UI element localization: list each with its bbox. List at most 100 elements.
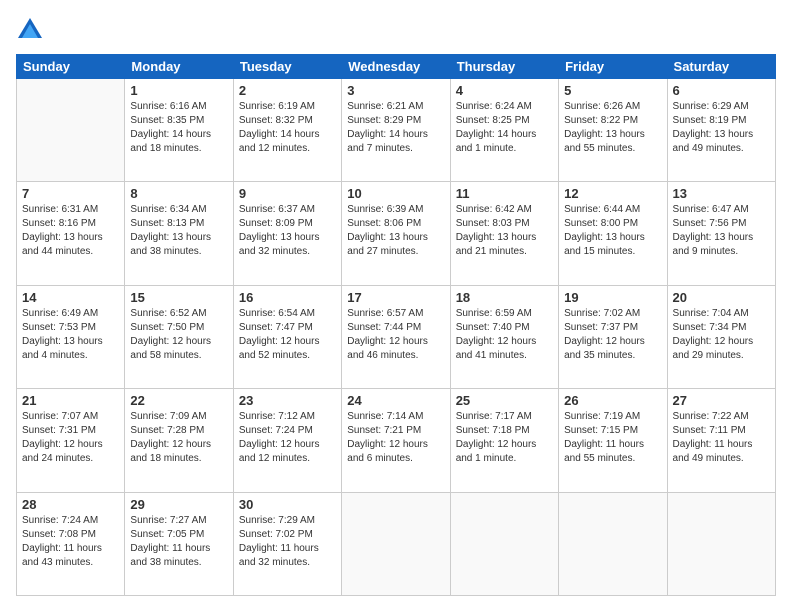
calendar-header-wednesday: Wednesday xyxy=(342,55,450,79)
calendar-cell: 29 Sunrise: 7:27 AM Sunset: 7:05 PM Dayli… xyxy=(125,492,233,595)
calendar-cell: 13 Sunrise: 6:47 AM Sunset: 7:56 PM Dayli… xyxy=(667,182,775,285)
day-number: 1 xyxy=(130,83,227,98)
day-number: 24 xyxy=(347,393,444,408)
cell-info: Sunrise: 6:52 AM Sunset: 7:50 PM Dayligh… xyxy=(130,307,227,363)
day-number: 12 xyxy=(564,186,661,201)
day-number: 27 xyxy=(673,393,770,408)
calendar-header-thursday: Thursday xyxy=(450,55,558,79)
calendar-cell: 18 Sunrise: 6:59 AM Sunset: 7:40 PM Dayli… xyxy=(450,285,558,388)
day-number: 28 xyxy=(22,497,119,512)
day-number: 2 xyxy=(239,83,336,98)
calendar-cell: 10 Sunrise: 6:39 AM Sunset: 8:06 PM Dayli… xyxy=(342,182,450,285)
calendar-cell: 14 Sunrise: 6:49 AM Sunset: 7:53 PM Dayli… xyxy=(17,285,125,388)
day-number: 14 xyxy=(22,290,119,305)
day-number: 22 xyxy=(130,393,227,408)
calendar-header-saturday: Saturday xyxy=(667,55,775,79)
day-number: 9 xyxy=(239,186,336,201)
calendar-week-4: 21 Sunrise: 7:07 AM Sunset: 7:31 PM Dayli… xyxy=(17,389,776,492)
cell-info: Sunrise: 6:29 AM Sunset: 8:19 PM Dayligh… xyxy=(673,100,770,156)
day-number: 17 xyxy=(347,290,444,305)
day-number: 15 xyxy=(130,290,227,305)
calendar-header-sunday: Sunday xyxy=(17,55,125,79)
calendar-cell: 6 Sunrise: 6:29 AM Sunset: 8:19 PM Daylig… xyxy=(667,79,775,182)
logo-icon xyxy=(16,16,44,44)
calendar-cell xyxy=(450,492,558,595)
calendar-cell xyxy=(667,492,775,595)
calendar-cell xyxy=(559,492,667,595)
cell-info: Sunrise: 6:39 AM Sunset: 8:06 PM Dayligh… xyxy=(347,203,444,259)
cell-info: Sunrise: 6:54 AM Sunset: 7:47 PM Dayligh… xyxy=(239,307,336,363)
calendar-cell xyxy=(342,492,450,595)
day-number: 21 xyxy=(22,393,119,408)
cell-info: Sunrise: 7:07 AM Sunset: 7:31 PM Dayligh… xyxy=(22,410,119,466)
day-number: 4 xyxy=(456,83,553,98)
calendar-cell: 23 Sunrise: 7:12 AM Sunset: 7:24 PM Dayli… xyxy=(233,389,341,492)
cell-info: Sunrise: 7:19 AM Sunset: 7:15 PM Dayligh… xyxy=(564,410,661,466)
cell-info: Sunrise: 7:17 AM Sunset: 7:18 PM Dayligh… xyxy=(456,410,553,466)
calendar-cell xyxy=(17,79,125,182)
cell-info: Sunrise: 7:02 AM Sunset: 7:37 PM Dayligh… xyxy=(564,307,661,363)
day-number: 20 xyxy=(673,290,770,305)
calendar-cell: 1 Sunrise: 6:16 AM Sunset: 8:35 PM Daylig… xyxy=(125,79,233,182)
day-number: 3 xyxy=(347,83,444,98)
calendar-cell: 8Sunrise: 6:34 AM Sunset: 8:13 PM Daylig… xyxy=(125,182,233,285)
calendar-cell: 12 Sunrise: 6:44 AM Sunset: 8:00 PM Dayli… xyxy=(559,182,667,285)
page: SundayMondayTuesdayWednesdayThursdayFrid… xyxy=(0,0,792,612)
day-number: 29 xyxy=(130,497,227,512)
calendar-cell: 2Sunrise: 6:19 AM Sunset: 8:32 PM Daylig… xyxy=(233,79,341,182)
calendar-cell: 21 Sunrise: 7:07 AM Sunset: 7:31 PM Dayli… xyxy=(17,389,125,492)
day-number: 25 xyxy=(456,393,553,408)
cell-info: Sunrise: 6:21 AM Sunset: 8:29 PM Dayligh… xyxy=(347,100,444,156)
day-number: 10 xyxy=(347,186,444,201)
day-number: 13 xyxy=(673,186,770,201)
calendar-cell: 5 Sunrise: 6:26 AM Sunset: 8:22 PM Daylig… xyxy=(559,79,667,182)
cell-info: Sunrise: 6:44 AM Sunset: 8:00 PM Dayligh… xyxy=(564,203,661,259)
cell-info: Sunrise: 6:49 AM Sunset: 7:53 PM Dayligh… xyxy=(22,307,119,363)
calendar-header-tuesday: Tuesday xyxy=(233,55,341,79)
cell-info: Sunrise: 7:04 AM Sunset: 7:34 PM Dayligh… xyxy=(673,307,770,363)
calendar-header-monday: Monday xyxy=(125,55,233,79)
cell-info: Sunrise: 6:59 AM Sunset: 7:40 PM Dayligh… xyxy=(456,307,553,363)
cell-info: Sunrise: 6:57 AM Sunset: 7:44 PM Dayligh… xyxy=(347,307,444,363)
cell-info: Sunrise: 6:31 AM Sunset: 8:16 PM Dayligh… xyxy=(22,203,119,259)
cell-info: Sunrise: 6:37 AM Sunset: 8:09 PM Dayligh… xyxy=(239,203,336,259)
calendar-cell: 20 Sunrise: 7:04 AM Sunset: 7:34 PM Dayli… xyxy=(667,285,775,388)
calendar-cell: 7 Sunrise: 6:31 AM Sunset: 8:16 PM Daylig… xyxy=(17,182,125,285)
cell-info: Sunrise: 7:09 AM Sunset: 7:28 PM Dayligh… xyxy=(130,410,227,466)
cell-info: Sunrise: 7:27 AM Sunset: 7:05 PM Dayligh… xyxy=(130,514,227,570)
calendar-week-2: 7 Sunrise: 6:31 AM Sunset: 8:16 PM Daylig… xyxy=(17,182,776,285)
calendar-cell: 30 Sunrise: 7:29 AM Sunset: 7:02 PM Dayli… xyxy=(233,492,341,595)
calendar-week-1: 1 Sunrise: 6:16 AM Sunset: 8:35 PM Daylig… xyxy=(17,79,776,182)
calendar-cell: 4Sunrise: 6:24 AM Sunset: 8:25 PM Daylig… xyxy=(450,79,558,182)
cell-info: Sunrise: 6:42 AM Sunset: 8:03 PM Dayligh… xyxy=(456,203,553,259)
cell-info: Sunrise: 7:29 AM Sunset: 7:02 PM Dayligh… xyxy=(239,514,336,570)
calendar-header-row: SundayMondayTuesdayWednesdayThursdayFrid… xyxy=(17,55,776,79)
day-number: 26 xyxy=(564,393,661,408)
calendar-cell: 24 Sunrise: 7:14 AM Sunset: 7:21 PM Dayli… xyxy=(342,389,450,492)
day-number: 30 xyxy=(239,497,336,512)
cell-info: Sunrise: 7:22 AM Sunset: 7:11 PM Dayligh… xyxy=(673,410,770,466)
calendar-cell: 9 Sunrise: 6:37 AM Sunset: 8:09 PM Daylig… xyxy=(233,182,341,285)
day-number: 18 xyxy=(456,290,553,305)
calendar-cell: 26 Sunrise: 7:19 AM Sunset: 7:15 PM Dayli… xyxy=(559,389,667,492)
calendar-header-friday: Friday xyxy=(559,55,667,79)
cell-info: Sunrise: 7:12 AM Sunset: 7:24 PM Dayligh… xyxy=(239,410,336,466)
cell-info: Sunrise: 6:26 AM Sunset: 8:22 PM Dayligh… xyxy=(564,100,661,156)
calendar-cell: 27 Sunrise: 7:22 AM Sunset: 7:11 PM Dayli… xyxy=(667,389,775,492)
day-number: 23 xyxy=(239,393,336,408)
cell-info: Sunrise: 6:16 AM Sunset: 8:35 PM Dayligh… xyxy=(130,100,227,156)
day-number: 6 xyxy=(673,83,770,98)
day-number: 19 xyxy=(564,290,661,305)
cell-info: Sunrise: 7:14 AM Sunset: 7:21 PM Dayligh… xyxy=(347,410,444,466)
day-number: 7 xyxy=(22,186,119,201)
day-number: 5 xyxy=(564,83,661,98)
calendar-week-3: 14 Sunrise: 6:49 AM Sunset: 7:53 PM Dayli… xyxy=(17,285,776,388)
calendar-cell: 25 Sunrise: 7:17 AM Sunset: 7:18 PM Dayli… xyxy=(450,389,558,492)
day-number: 16 xyxy=(239,290,336,305)
calendar-cell: 22 Sunrise: 7:09 AM Sunset: 7:28 PM Dayli… xyxy=(125,389,233,492)
cell-info: Sunrise: 6:47 AM Sunset: 7:56 PM Dayligh… xyxy=(673,203,770,259)
calendar-cell: 19 Sunrise: 7:02 AM Sunset: 7:37 PM Dayli… xyxy=(559,285,667,388)
calendar-cell: 16 Sunrise: 6:54 AM Sunset: 7:47 PM Dayli… xyxy=(233,285,341,388)
calendar-cell: 17 Sunrise: 6:57 AM Sunset: 7:44 PM Dayli… xyxy=(342,285,450,388)
calendar-cell: 11Sunrise: 6:42 AM Sunset: 8:03 PM Dayli… xyxy=(450,182,558,285)
